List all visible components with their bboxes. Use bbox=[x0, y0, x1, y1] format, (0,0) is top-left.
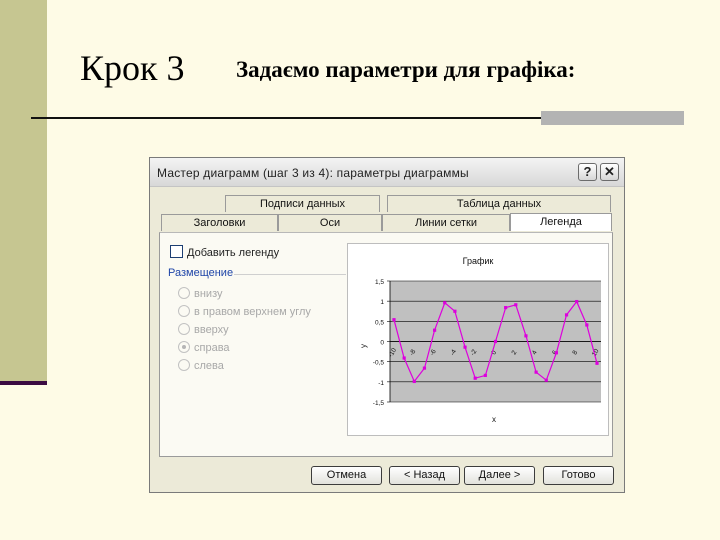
data-point bbox=[554, 351, 558, 355]
chart-title: График bbox=[463, 256, 494, 266]
add-legend-label: Добавить легенду bbox=[187, 247, 280, 259]
data-point bbox=[463, 345, 467, 349]
y-tick-label: 0 bbox=[380, 340, 384, 347]
y-axis-label: y bbox=[359, 344, 368, 348]
question-icon: ? bbox=[583, 164, 592, 179]
add-legend-row[interactable]: Добавить легенду bbox=[170, 245, 279, 259]
placement-option-right[interactable]: справа bbox=[178, 341, 230, 354]
data-point bbox=[443, 301, 447, 305]
data-point bbox=[412, 379, 416, 384]
data-point bbox=[564, 313, 569, 317]
placement-option-top[interactable]: вверху bbox=[178, 323, 229, 336]
tab-legend[interactable]: Легенда bbox=[510, 213, 612, 231]
radio-button[interactable] bbox=[178, 323, 190, 335]
data-point bbox=[544, 378, 548, 382]
data-point bbox=[575, 299, 579, 304]
data-point bbox=[473, 376, 477, 380]
y-tick-label: 1,5 bbox=[375, 279, 384, 286]
placement-option-label: внизу bbox=[194, 288, 223, 300]
tab-axes[interactable]: Оси bbox=[278, 214, 382, 231]
data-point bbox=[402, 356, 406, 360]
x-axis-label: x bbox=[492, 415, 496, 424]
y-tick-label: -1,5 bbox=[373, 400, 385, 407]
data-point bbox=[595, 361, 599, 365]
chart-svg: График y x 1,510,50-0,5-1-1,5-10 -8 -6 -4 -2… bbox=[359, 256, 601, 424]
close-button[interactable]: ✕ bbox=[600, 163, 619, 181]
dialog-title: Мастер диаграмм (шаг 3 из 4): параметры … bbox=[157, 166, 469, 180]
tab-data-labels[interactable]: Подписи данных bbox=[225, 195, 380, 212]
data-point bbox=[524, 334, 528, 338]
y-tick-label: -1 bbox=[378, 380, 384, 387]
placement-group-label: Размещение bbox=[168, 267, 234, 279]
next-button[interactable]: Далее > bbox=[464, 466, 535, 485]
data-point bbox=[483, 373, 487, 377]
data-point bbox=[392, 318, 396, 322]
data-point bbox=[534, 370, 538, 374]
dialog-titlebar[interactable]: Мастер диаграмм (шаг 3 из 4): параметры … bbox=[150, 158, 624, 187]
data-point bbox=[585, 323, 589, 327]
slide-subtitle: Задаємо параметри для графіка: bbox=[236, 57, 576, 82]
close-icon: ✕ bbox=[604, 164, 615, 179]
radio-button[interactable] bbox=[178, 359, 190, 371]
tab-titles[interactable]: Заголовки bbox=[161, 214, 278, 231]
y-tick-label: -0,5 bbox=[373, 360, 385, 367]
placement-option-left[interactable]: слева bbox=[178, 359, 224, 372]
tab-gridlines[interactable]: Линии сетки bbox=[382, 214, 510, 231]
chart-preview: График y x 1,5 1 0,5 0 -0,5 -1 -1,5 -10 -8 -6 -4 -2… bbox=[347, 243, 609, 436]
back-button[interactable]: < Назад bbox=[389, 466, 460, 485]
legend-tab-panel: Добавить легенду Размещение внизу в прав… bbox=[159, 232, 613, 457]
data-point bbox=[453, 309, 457, 313]
placement-option-label: вверху bbox=[194, 324, 229, 336]
radio-button[interactable] bbox=[178, 305, 190, 317]
slide-left-accent bbox=[0, 381, 47, 385]
placement-option-corner[interactable]: в правом верхнем углу bbox=[178, 305, 311, 318]
placement-option-label: слева bbox=[194, 360, 224, 372]
y-tick-label: 0,5 bbox=[375, 319, 384, 326]
placement-option-label: в правом верхнем углу bbox=[194, 306, 311, 318]
data-point bbox=[504, 306, 508, 310]
slide-left-bar bbox=[0, 0, 47, 383]
placement-option-bottom[interactable]: внизу bbox=[178, 287, 222, 300]
chart-wizard-dialog: Мастер диаграмм (шаг 3 из 4): параметры … bbox=[149, 157, 625, 493]
add-legend-checkbox[interactable] bbox=[170, 245, 183, 258]
finish-button[interactable]: Готово bbox=[543, 466, 614, 485]
data-point bbox=[493, 339, 498, 344]
slide-divider bbox=[31, 117, 541, 119]
help-button[interactable]: ? bbox=[578, 163, 597, 181]
radio-button[interactable] bbox=[178, 287, 190, 299]
y-tick-label: 1 bbox=[380, 299, 384, 306]
tab-data-table[interactable]: Таблица данных bbox=[387, 195, 611, 212]
slide-divider-block bbox=[541, 111, 684, 125]
data-point bbox=[422, 366, 427, 370]
cancel-button[interactable]: Отмена bbox=[311, 466, 382, 485]
slide-title: Крок 3 bbox=[80, 48, 185, 88]
data-point bbox=[514, 303, 518, 307]
placement-option-label: справа bbox=[194, 342, 230, 354]
placement-group-line bbox=[234, 274, 346, 275]
radio-button-selected[interactable] bbox=[178, 341, 190, 353]
data-point bbox=[433, 328, 437, 332]
